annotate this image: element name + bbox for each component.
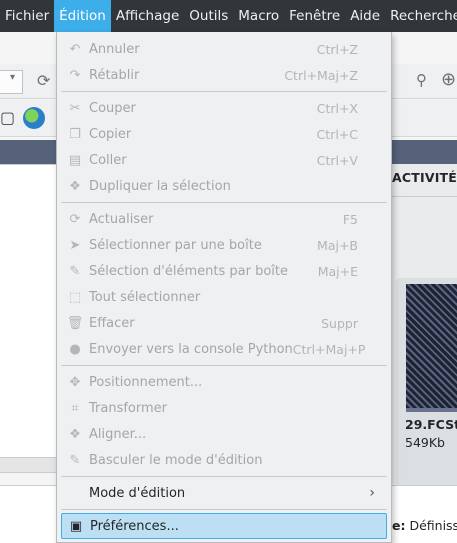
menu-item-shortcut: F5 [342,211,358,227]
pencil-icon: ✎ [69,263,81,279]
reload-icon[interactable]: ⟳ [37,71,50,90]
menu-item-toggle-edit-mode[interactable]: ✎ Basculer le mode d'édition [61,447,387,473]
menu-item-send-to-python[interactable]: ● Envoyer vers la console Python Ctrl+Ma… [61,336,387,362]
menu-item-label: Sélectionner par une boîte [89,237,262,253]
chevron-right-icon: › [369,485,375,501]
file-name: 29.FCSt [405,417,457,432]
menu-separator [61,91,387,92]
menu-item-shortcut: Maj+E [317,263,358,279]
menu-item-box-element-select[interactable]: ✎ Sélection d'éléments par boîte Maj+E [61,258,387,284]
trash-icon: 🗑 [66,315,84,331]
menu-item-label: Positionnement... [89,374,203,390]
menu-item-label: Rétablir [89,67,140,83]
placement-icon: ✥ [69,374,81,390]
undo-icon: ↶ [69,41,81,57]
status-text: e: Définiss [392,518,457,533]
menu-item-shortcut: Ctrl+Z [316,41,358,57]
menu-separator [61,365,387,366]
menu-item-redo[interactable]: ↷ Rétablir Ctrl+Maj+Z [61,62,387,88]
menu-item-placement[interactable]: ✥ Positionnement... [61,369,387,395]
menu-item-label: Sélection d'éléments par boîte [89,263,288,279]
menu-macro[interactable]: Macro [233,0,284,32]
menubar: Fichier Édition Affichage Outils Macro F… [0,0,457,32]
menu-affichage[interactable]: Affichage [111,0,184,32]
activity-header: ACTIVITÉ [392,170,457,185]
menu-item-preferences[interactable]: ▣ Préférences... [61,513,387,539]
menu-item-copy[interactable]: ❐ Copier Ctrl+C [61,121,387,147]
menu-item-label: Préférences... [90,518,179,534]
menu-separator [61,202,387,203]
toolbar-icon[interactable]: ▢ [0,108,15,127]
menu-item-edit-mode-submenu[interactable]: Mode d'édition › [61,480,387,506]
paste-icon: ▤ [68,152,82,168]
menu-item-shortcut: Ctrl+C [316,126,358,142]
menu-item-delete[interactable]: 🗑 Effacer Suppr [61,310,387,336]
copy-icon: ❐ [69,126,81,142]
menu-item-refresh[interactable]: ⟳ Actualiser F5 [61,206,387,232]
menu-aide[interactable]: Aide [345,0,385,32]
python-icon: ● [69,341,81,357]
chevron-down-icon[interactable]: ▾ [10,72,15,83]
divider [390,196,457,197]
select-all-icon: ⬚ [68,289,82,305]
transform-icon: ⌗ [71,400,79,416]
menu-separator [61,476,387,477]
menu-fenetre[interactable]: Fenêtre [284,0,345,32]
menu-item-shortcut: Ctrl+V [316,152,358,168]
scissors-icon: ✂ [69,100,81,116]
menu-item-label: Effacer [89,315,135,331]
menu-item-label: Coller [89,152,127,168]
tree-pane [0,164,57,460]
menu-item-shortcut: Maj+B [317,237,358,253]
horizontal-scrollbar[interactable] [0,457,56,473]
menu-item-label: Tout sélectionner [89,289,201,305]
align-icon: ❖ [69,426,81,442]
menu-item-label: Dupliquer la sélection [89,178,231,194]
refresh-icon: ⟳ [69,211,81,227]
edit-mode-icon: ✎ [69,452,81,468]
menu-item-transform[interactable]: ⌗ Transformer [61,395,387,421]
menu-item-shortcut: Ctrl+Maj+Z [284,67,358,83]
menu-item-paste[interactable]: ▤ Coller Ctrl+V [61,147,387,173]
menu-item-align[interactable]: ❖ Aligner... [61,421,387,447]
menu-item-shortcut: Ctrl+X [316,100,358,116]
menu-separator [61,509,387,510]
zoom-icon[interactable]: ⊕ [441,69,456,90]
menu-item-select-all[interactable]: ⬚ Tout sélectionner [61,284,387,310]
menu-item-shortcut: Suppr [321,315,358,331]
menu-outils[interactable]: Outils [184,0,233,32]
menu-edition[interactable]: Édition [54,0,111,32]
menu-item-label: Transformer [89,400,168,416]
menu-item-box-select[interactable]: ➤ Sélectionner par une boîte Maj+B [61,232,387,258]
search-icon[interactable]: ⚲ [416,71,427,89]
pointer-icon: ➤ [69,237,81,253]
file-thumbnail[interactable] [406,284,457,412]
menu-item-undo[interactable]: ↶ Annuler Ctrl+Z [61,36,387,62]
file-size: 549Kb [405,435,445,450]
edit-menu-dropdown: ↶ Annuler Ctrl+Z ↷ Rétablir Ctrl+Maj+Z ✂… [56,32,392,543]
globe-icon[interactable] [23,107,45,129]
menu-item-label: Couper [89,100,136,116]
menu-item-label: Annuler [89,41,140,57]
menu-fichier[interactable]: Fichier [0,0,54,32]
menu-item-shortcut: Ctrl+Maj+P [292,341,366,357]
menu-item-label: Copier [89,126,132,142]
menu-rechercher[interactable]: Rechercher [385,0,457,32]
menu-item-label: Mode d'édition [89,485,186,501]
menu-item-label: Envoyer vers la console Python [89,341,293,357]
menu-item-label: Basculer le mode d'édition [89,452,263,468]
menu-item-cut[interactable]: ✂ Couper Ctrl+X [61,95,387,121]
duplicate-icon: ❖ [69,178,81,194]
menu-item-label: Aligner... [89,426,147,442]
preferences-icon: ▣ [69,518,83,534]
menu-item-label: Actualiser [89,211,154,227]
redo-icon: ↷ [69,67,81,83]
menu-item-duplicate[interactable]: ❖ Dupliquer la sélection [61,173,387,199]
